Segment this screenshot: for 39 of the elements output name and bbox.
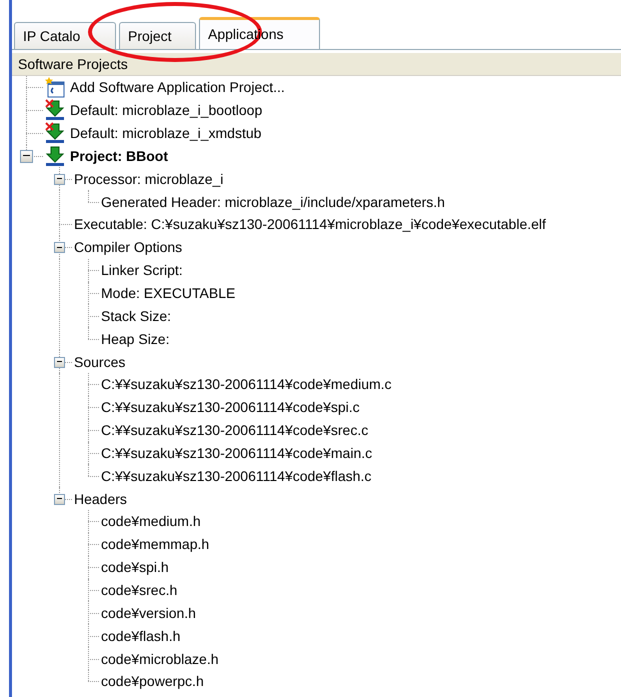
tree-item[interactable]: Heap Size: <box>100 330 170 347</box>
tree-item[interactable]: Generated Header: microblaze_i/include/xparameters.h <box>100 194 445 210</box>
tree-item[interactable]: C:¥¥suzaku¥sz130-20061114¥code¥spi.c <box>100 399 360 416</box>
tree-item[interactable]: Project: BBoot <box>69 148 168 164</box>
expander-icon[interactable] <box>54 242 65 254</box>
tree-item[interactable]: code¥microblaze.h <box>100 650 219 667</box>
tree-item[interactable]: Compiler Options <box>73 239 182 256</box>
tree-item[interactable]: Mode: EXECUTABLE <box>100 285 236 302</box>
tree-item[interactable]: code¥medium.h <box>100 513 201 530</box>
tree-item[interactable]: code¥version.h <box>100 604 196 621</box>
tree-item[interactable]: C:¥¥suzaku¥sz130-20061114¥code¥srec.c <box>100 422 368 438</box>
expander-icon[interactable] <box>54 174 65 185</box>
expander-icon[interactable] <box>54 494 65 505</box>
tree-item[interactable]: code¥memmap.h <box>100 536 210 552</box>
panel-header: Software Projects <box>12 53 621 76</box>
tree-item[interactable]: Add Software Application Project... <box>69 79 285 96</box>
down-arrow-cross-icon <box>44 122 66 144</box>
tree-item[interactable]: code¥powerpc.h <box>100 673 204 690</box>
tree-item[interactable]: Executable: C:¥suzaku¥sz130-20061114¥microblaze_i¥code¥executable.elf <box>73 216 546 232</box>
tree-item[interactable]: Stack Size: <box>100 308 172 324</box>
tree-item[interactable]: Default: microblaze_i_bootloop <box>69 102 262 118</box>
tree-item[interactable]: C:¥¥suzaku¥sz130-20061114¥code¥main.c <box>100 444 372 461</box>
expander-icon[interactable] <box>20 150 33 163</box>
tree-item[interactable]: code¥spi.h <box>100 559 169 576</box>
tab[interactable]: Project <box>119 22 196 49</box>
tree-item[interactable]: Sources <box>73 354 126 370</box>
tree-item[interactable]: Headers <box>73 490 127 507</box>
down-arrow-cross-icon <box>44 99 66 122</box>
expander-icon[interactable] <box>54 356 65 368</box>
tree-item[interactable]: Processor: microblaze_i <box>73 170 224 187</box>
document-star-icon <box>44 76 66 98</box>
tree-item[interactable]: code¥flash.h <box>100 628 180 644</box>
tree-item[interactable]: C:¥¥suzaku¥sz130-20061114¥code¥medium.c <box>100 376 392 392</box>
tree-item[interactable]: Linker Script: <box>100 262 183 278</box>
tree-item[interactable]: Default: microblaze_i_xmdstub <box>69 125 262 142</box>
tree-item[interactable]: code¥srec.h <box>100 582 178 598</box>
tab[interactable]: IP Catalo <box>14 22 116 49</box>
down-arrow-chip-icon <box>44 144 66 167</box>
tree-item[interactable]: C:¥¥suzaku¥sz130-20061114¥code¥flash.c <box>100 468 372 484</box>
